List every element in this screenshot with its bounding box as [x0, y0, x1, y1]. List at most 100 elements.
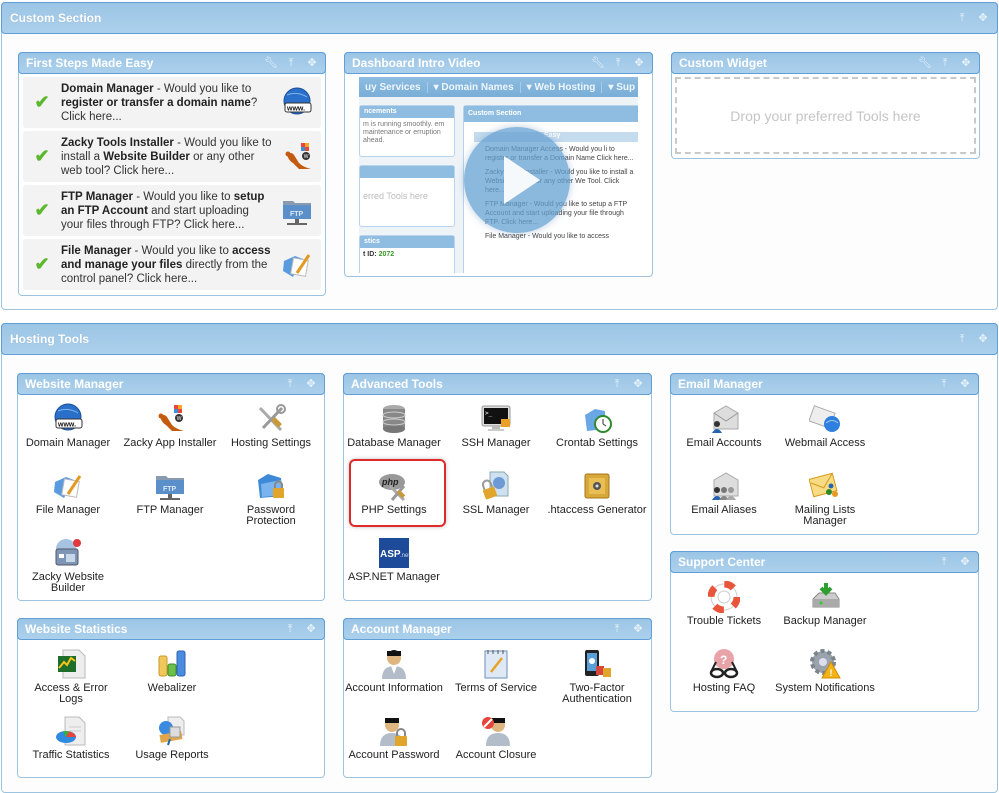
tool-account-information[interactable]: Account Information	[344, 647, 444, 694]
move-icon[interactable]: ✥	[632, 378, 644, 390]
wrench-icon[interactable]: 🔧︎	[918, 57, 932, 69]
tool-label: File Manager	[35, 504, 101, 516]
widget-header[interactable]: Custom Widget 🔧︎ ⤒ ✥	[671, 52, 980, 74]
svg-text:>_: >_	[485, 410, 493, 417]
move-icon[interactable]: ✥	[633, 57, 645, 69]
tool-terms-of-service[interactable]: Terms of Service	[446, 647, 546, 694]
pin-icon[interactable]: ⤒	[939, 57, 951, 69]
tool-domain-manager[interactable]: www. Domain Manager	[18, 402, 118, 449]
tool-zacky-website-builder[interactable]: Zacky Website Builder	[18, 536, 118, 594]
move-icon[interactable]: ✥	[305, 378, 317, 390]
pin-icon[interactable]: ⤒	[612, 57, 624, 69]
tool-label: Backup Manager	[783, 615, 867, 627]
widget-header[interactable]: Website Statistics ⤒ ✥	[17, 618, 325, 640]
pin-icon[interactable]: ⤒	[284, 378, 296, 390]
account-manager-widget: Account Manager ⤒ ✥ Account Information …	[343, 618, 652, 778]
first-step-item[interactable]: ✔ Domain Manager - Would you like to reg…	[23, 77, 321, 128]
tool-htaccess-generator[interactable]: .htaccess Generator	[547, 469, 647, 516]
locked-folder-icon	[254, 469, 288, 503]
pin-icon[interactable]: ⤒	[938, 378, 950, 390]
support-center-widget: Support Center ⤒ ✥ Trouble Tickets Backu…	[670, 551, 979, 712]
tool-ftp-manager[interactable]: FTP FTP Manager	[120, 469, 220, 516]
tool-traffic-statistics[interactable]: Traffic Statistics	[21, 714, 121, 761]
tool-account-password[interactable]: Account Password	[344, 714, 444, 761]
preview-nav-item: ▾ Domain Names	[428, 81, 521, 93]
first-step-text[interactable]: Zacky Tools Installer - Would you like t…	[61, 136, 277, 178]
widget-header[interactable]: Advanced Tools ⤒ ✥	[343, 373, 652, 395]
tool-backup-manager[interactable]: Backup Manager	[775, 580, 875, 627]
move-icon[interactable]: ✥	[305, 623, 317, 635]
move-icon[interactable]: ✥	[960, 57, 972, 69]
video-preview[interactable]: uy Services ▾ Domain Names ▾ Web Hosting…	[359, 77, 638, 273]
pin-icon[interactable]: ⤒	[611, 378, 623, 390]
tool-crontab-settings[interactable]: Crontab Settings	[547, 402, 647, 449]
wrench-icon[interactable]: 🔧︎	[264, 57, 278, 69]
first-step-text[interactable]: FTP Manager - Would you like to setup an…	[61, 190, 277, 232]
widget-header[interactable]: Support Center ⤒ ✥	[670, 551, 979, 573]
hosting-tools-header[interactable]: Hosting Tools ⤒ ✥	[1, 323, 998, 355]
tool-mailing-lists-manager[interactable]: Mailing Lists Manager	[775, 469, 875, 527]
first-step-text[interactable]: File Manager - Would you like to access …	[61, 244, 277, 286]
first-step-item[interactable]: ✔ FTP Manager - Would you like to setup …	[23, 185, 321, 236]
svg-text:W: W	[177, 416, 182, 422]
move-icon[interactable]: ✥	[632, 623, 644, 635]
pin-icon[interactable]: ⤒	[938, 556, 950, 568]
step-text: - Would you like to	[131, 244, 233, 257]
website-manager-widget: Website Manager ⤒ ✥ www. Domain Manager …	[17, 373, 325, 601]
tool-ssh-manager[interactable]: >_ SSH Manager	[446, 402, 546, 449]
tool-label: Access & Error Logs	[34, 682, 108, 705]
tool-hosting-faq[interactable]: ? Hosting FAQ	[674, 647, 774, 694]
pin-icon[interactable]: ⤒	[956, 333, 968, 345]
widget-header[interactable]: Website Manager ⤒ ✥	[17, 373, 325, 395]
tool-label: Password Protection	[246, 504, 296, 527]
mailing-list-icon	[808, 469, 842, 503]
tool-label: Hosting Settings	[230, 437, 312, 449]
tool-label: .htaccess Generator	[547, 504, 647, 516]
tool-hosting-settings[interactable]: Hosting Settings	[221, 402, 321, 449]
widget-header[interactable]: Account Manager ⤒ ✥	[343, 618, 652, 640]
move-icon[interactable]: ✥	[306, 57, 318, 69]
tool-usage-reports[interactable]: Usage Reports	[122, 714, 222, 761]
first-step-item[interactable]: ✔ Zacky Tools Installer - Would you like…	[23, 131, 321, 182]
tool-file-manager[interactable]: File Manager	[18, 469, 118, 516]
first-step-item[interactable]: ✔ File Manager - Would you like to acces…	[23, 239, 321, 290]
tool-ssl-manager[interactable]: SSL Manager	[446, 469, 546, 516]
tool-asp-net-manager[interactable]: ASP .net ASP.NET Manager	[344, 536, 444, 583]
tool-account-closure[interactable]: Account Closure	[446, 714, 546, 761]
tool-access-error-logs[interactable]: Access & Error Logs	[21, 647, 121, 705]
widget-header[interactable]: First Steps Made Easy 🔧︎ ⤒ ✥	[18, 52, 326, 74]
play-icon[interactable]	[464, 127, 570, 233]
tool-webmail-access[interactable]: Webmail Access	[775, 402, 875, 449]
step-title: Domain Manager	[61, 82, 154, 95]
tool-label: System Notifications	[775, 682, 875, 694]
first-step-text[interactable]: Domain Manager - Would you like to regis…	[61, 82, 277, 124]
tool-database-manager[interactable]: Database Manager	[344, 402, 444, 449]
tool-label: SSH Manager	[461, 437, 531, 449]
widget-header[interactable]: Dashboard Intro Video 🔧︎ ⤒ ✥	[344, 52, 653, 74]
tool-webalizer[interactable]: Webalizer	[122, 647, 222, 694]
pin-icon[interactable]: ⤒	[284, 623, 296, 635]
tool-zacky-app-installer[interactable]: W Zacky App Installer	[120, 402, 220, 449]
custom-section-header[interactable]: Custom Section ⤒ ✥	[1, 2, 998, 34]
move-icon[interactable]: ✥	[959, 378, 971, 390]
move-icon[interactable]: ✥	[977, 12, 989, 24]
tool-email-accounts[interactable]: Email Accounts	[674, 402, 774, 449]
move-icon[interactable]: ✥	[977, 333, 989, 345]
tool-trouble-tickets[interactable]: Trouble Tickets	[674, 580, 774, 627]
tool-two-factor-authentication[interactable]: Two-Factor Authentication	[547, 647, 647, 705]
wrench-icon[interactable]: 🔧︎	[591, 57, 605, 69]
pin-icon[interactable]: ⤒	[611, 623, 623, 635]
tool-dropzone[interactable]: Drop your preferred Tools here	[675, 77, 976, 154]
tool-password-protection[interactable]: Password Protection	[221, 469, 321, 527]
tool-email-aliases[interactable]: Email Aliases	[674, 469, 774, 516]
widget-header[interactable]: Email Manager ⤒ ✥	[670, 373, 979, 395]
tool-system-notifications[interactable]: ! System Notifications	[775, 647, 875, 694]
pin-icon[interactable]: ⤒	[285, 57, 297, 69]
move-icon[interactable]: ✥	[959, 556, 971, 568]
step-text: - Would you like to	[133, 190, 234, 203]
tool-label: Terms of Service	[455, 682, 537, 694]
preview-nav-item: ▾ Sup	[602, 82, 638, 93]
step-title: File Manager	[61, 244, 132, 257]
tools-icon	[254, 402, 288, 436]
pin-icon[interactable]: ⤒	[956, 12, 968, 24]
